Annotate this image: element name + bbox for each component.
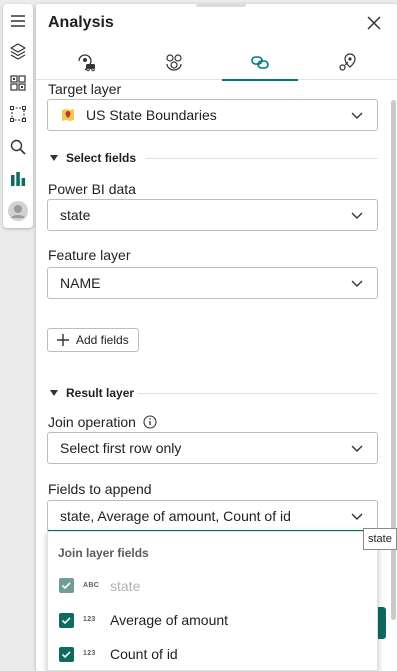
feature-layer-label: Feature layer (48, 247, 131, 263)
dropdown-item-average-of-amount[interactable]: 123 Average of amount (48, 603, 379, 637)
dropdown-item-count-of-id[interactable]: 123 Count of id (48, 637, 379, 671)
cluster-icon (166, 54, 182, 71)
add-fields-label: Add fields (76, 333, 129, 347)
chevron-down-icon (351, 112, 363, 119)
feature-layer-value: NAME (60, 275, 101, 291)
join-operation-value: Select first row only (60, 440, 182, 456)
tab-cluster[interactable] (136, 44, 212, 80)
number-type-tag: 123 (83, 616, 96, 623)
checkmark-icon (61, 582, 71, 590)
user-avatar-icon[interactable] (6, 199, 30, 223)
left-toolbar (3, 4, 33, 228)
dropdown-header: Join layer fields (58, 546, 149, 560)
dropdown-item-label: state (110, 578, 141, 594)
layers-icon[interactable] (6, 39, 30, 63)
add-fields-button[interactable]: Add fields (47, 328, 139, 352)
dropdown-item-label: Average of amount (110, 612, 229, 628)
search-icon[interactable] (6, 135, 30, 159)
join-operation-label: Join operation (48, 414, 136, 430)
checkbox-checked[interactable] (59, 647, 74, 662)
result-layer-section[interactable]: Result layer (50, 386, 134, 400)
dropdown-item-state[interactable]: ABC state (48, 569, 379, 603)
dropdown-item-label: Count of id (110, 646, 178, 662)
divider (146, 158, 378, 159)
feature-layer-select[interactable]: NAME (47, 267, 378, 299)
fields-to-append-select[interactable]: state, Average of amount, Count of id (47, 500, 378, 532)
chevron-down-icon (351, 212, 363, 219)
chevron-down-icon (351, 513, 363, 520)
tab-location[interactable] (310, 44, 386, 80)
close-icon[interactable] (367, 16, 381, 30)
fields-to-append-label: Fields to append (48, 481, 152, 497)
drag-handle-icon[interactable] (196, 4, 246, 7)
powerbi-data-label: Power BI data (48, 181, 136, 197)
target-layer-value: US State Boundaries (86, 107, 217, 123)
string-type-tag: ABC (83, 582, 100, 589)
checkbox-checked[interactable] (59, 578, 74, 593)
powerbi-data-value: state (60, 207, 91, 223)
plus-icon (57, 334, 69, 346)
result-layer-label: Result layer (66, 386, 135, 400)
fields-to-append-value: state, Average of amount, Count of id (60, 507, 291, 524)
target-layer-label: Target layer (48, 81, 122, 97)
car-location-icon (78, 54, 95, 72)
checkbox-checked[interactable] (59, 613, 74, 628)
fields-dropdown-list: Join layer fields ABC state 123 Average … (47, 531, 378, 671)
join-icon (251, 56, 269, 69)
analysis-icon[interactable] (6, 167, 30, 191)
triangle-down-icon (50, 155, 58, 161)
checkmark-icon (61, 617, 71, 625)
tab-join[interactable] (222, 44, 298, 81)
chevron-down-icon (351, 280, 363, 287)
tab-drive-time[interactable] (48, 44, 124, 80)
powerbi-data-select[interactable]: state (47, 199, 378, 231)
info-icon[interactable] (143, 415, 157, 429)
select-fields-label: Select fields (66, 151, 137, 165)
select-fields-section[interactable]: Select fields (50, 151, 136, 165)
divider (138, 393, 378, 394)
tab-bar (36, 44, 397, 81)
menu-icon[interactable] (6, 9, 30, 33)
target-layer-select[interactable]: US State Boundaries (47, 99, 378, 131)
number-type-tag: 123 (83, 650, 96, 657)
checkmark-icon (61, 651, 71, 659)
triangle-down-icon (50, 390, 58, 396)
panel-title: Analysis (48, 14, 114, 31)
join-operation-select[interactable]: Select first row only (47, 432, 378, 464)
location-pins-icon (339, 53, 356, 71)
tooltip: state (363, 528, 397, 550)
layer-pin-icon (62, 109, 74, 121)
basemap-icon[interactable] (6, 71, 30, 95)
select-icon[interactable] (6, 102, 30, 126)
chevron-down-icon (351, 445, 363, 452)
